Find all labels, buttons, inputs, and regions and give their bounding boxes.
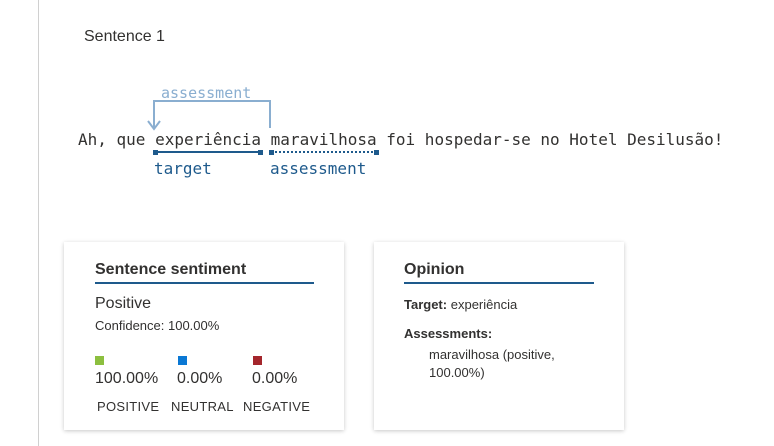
score-neutral: 0.00% NEUTRAL xyxy=(171,356,251,416)
negative-value: 0.00% xyxy=(252,370,298,387)
assessment-token: maravilhosa xyxy=(268,130,379,155)
left-divider xyxy=(38,0,39,446)
target-token: experiência xyxy=(153,130,263,155)
assessment-role-label: assessment xyxy=(270,159,367,178)
sentence-text-before: Ah, que xyxy=(78,130,156,149)
sentence-heading: Sentence 1 xyxy=(84,28,165,45)
negative-swatch-icon xyxy=(253,356,262,365)
opinion-target: Target: experiência xyxy=(404,297,517,312)
neutral-swatch-icon xyxy=(178,356,187,365)
relation-arrow xyxy=(147,100,271,131)
analysis-page: Sentence 1 assessment Ah, que experiênci… xyxy=(0,0,774,446)
opinion-target-value: experiência xyxy=(450,297,518,312)
opinion-card-title: Opinion xyxy=(404,261,594,284)
sentence-text-after: foi hospedar-se no Hotel Desilusão! xyxy=(376,130,724,149)
opinion-target-key: Target: xyxy=(404,297,448,312)
annotated-sentence: Ah, que experiência maravilhosa foi hosp… xyxy=(78,130,724,155)
sentiment-card-title: Sentence sentiment xyxy=(95,261,314,284)
score-positive: 100.00% POSITIVE xyxy=(95,356,175,416)
opinion-card: Opinion Target: experiência Assessments:… xyxy=(374,242,624,430)
positive-value: 100.00% xyxy=(95,370,159,387)
positive-name: POSITIVE xyxy=(97,399,160,414)
positive-swatch-icon xyxy=(95,356,104,365)
neutral-value: 0.00% xyxy=(177,370,223,387)
sentence-space xyxy=(261,130,271,149)
opinion-assessments-value: maravilhosa (positive, 100.00%) xyxy=(429,347,555,380)
sentence-sentiment-card: Sentence sentiment Positive Confidence: … xyxy=(64,242,344,430)
score-negative: 0.00% NEGATIVE xyxy=(243,356,323,416)
target-role-label: target xyxy=(154,159,212,178)
sentiment-label: Positive xyxy=(95,295,152,312)
neutral-name: NEUTRAL xyxy=(171,399,234,414)
confidence-label: Confidence: 100.00% xyxy=(95,318,220,333)
negative-name: NEGATIVE xyxy=(243,399,311,414)
opinion-assessments-key: Assessments: xyxy=(404,326,493,341)
